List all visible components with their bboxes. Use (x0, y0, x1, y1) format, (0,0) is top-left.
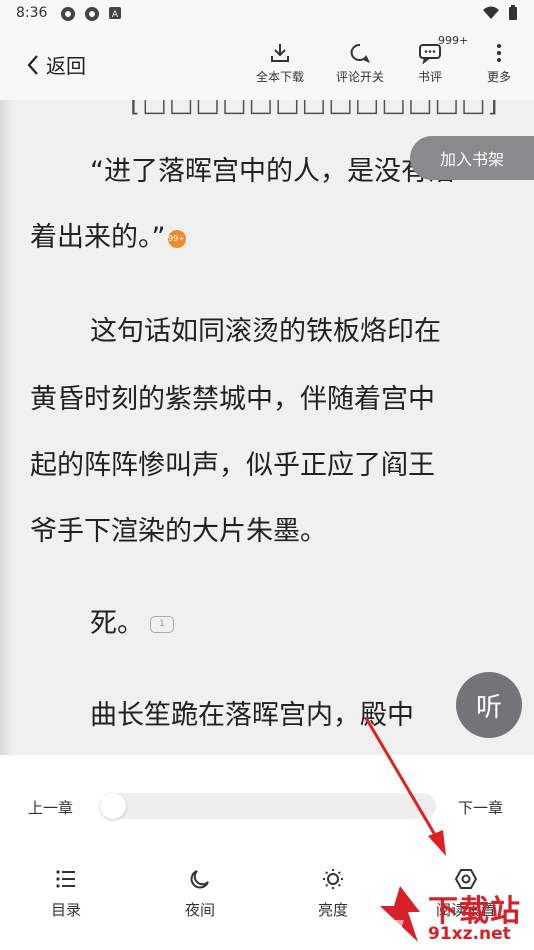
status-bar: 8:36 A (0, 0, 534, 28)
back-button[interactable]: 返回 (26, 50, 86, 79)
download-all-button[interactable]: 全本下载 (248, 38, 312, 85)
nav-brightness-label: 亮度 (317, 901, 348, 919)
nav-night-label: 夜间 (184, 901, 215, 919)
hot-comment-badge[interactable]: 99+ (167, 229, 186, 248)
svg-text:A: A (112, 10, 119, 20)
prev-chapter-button[interactable]: 上一章 (28, 797, 73, 818)
status-notification-icons: A (60, 6, 122, 22)
more-button[interactable]: 更多 (467, 38, 531, 85)
text-line-7: 死。 1 (90, 604, 174, 644)
comment-switch-button[interactable]: 评论开关 (328, 38, 392, 85)
add-to-shelf-button[interactable]: 加入书架 (410, 136, 534, 180)
status-time: 8:36 (16, 5, 48, 21)
download-icon (271, 44, 289, 62)
comment-switch-label: 评论开关 (335, 70, 384, 84)
text-line-7-text: 死。 (90, 608, 144, 639)
text-line-2: 着出来的。” 99+ (30, 218, 186, 258)
back-label: 返回 (46, 54, 86, 78)
text-line-8: 曲长笙跪在落晖宫内，殿中 (90, 700, 414, 731)
watermark-bottom-text: 91xz.net (428, 924, 511, 944)
listen-button[interactable]: 听 (456, 672, 522, 738)
nav-brightness-button[interactable]: 亮度 (293, 865, 373, 920)
progress-knob[interactable] (100, 793, 126, 819)
reader-toolbar: 返回 全本下载 评论开关 999+ 书评 更多 (0, 28, 534, 100)
review-count-badge: 999+ (438, 34, 469, 47)
site-watermark: 下载站 91xz.net (370, 880, 534, 950)
chapter-progress-slider[interactable] (100, 793, 436, 819)
list-icon (56, 870, 75, 888)
nav-catalog-label: 目录 (50, 901, 81, 919)
wifi-icon (483, 6, 499, 19)
moon-icon (190, 870, 209, 889)
nav-catalog-button[interactable]: 目录 (26, 865, 106, 920)
app-notification-icon-2 (85, 7, 99, 21)
text-line-4: 黄昏时刻的紫禁城中，伴随着宫中 (30, 384, 435, 415)
download-label: 全本下载 (255, 70, 304, 84)
page-edge-shadow (0, 100, 14, 755)
a-notification-icon: A (109, 7, 121, 20)
book-review-button[interactable]: 999+ 书评 (398, 34, 468, 85)
comment-toggle-icon (350, 43, 371, 63)
text-line-2-text: 着出来的。” (30, 222, 166, 253)
battery-icon (509, 5, 517, 20)
text-line-1: “进了落晖宫中的人，是没有活 (90, 156, 455, 187)
brightness-icon (323, 869, 343, 889)
text-line-6: 爷手下渲染的大片朱墨。 (30, 516, 327, 547)
paragraph-comment-badge[interactable]: 1 (150, 616, 174, 633)
status-right (482, 5, 518, 21)
app-notification-icon (61, 7, 75, 21)
nav-night-button[interactable]: 夜间 (160, 865, 240, 920)
text-line-3: 这句话如同滚烫的铁板烙印在 (90, 316, 441, 347)
more-vertical-icon (497, 44, 501, 62)
text-line-5: 起的阵阵惨叫声，似乎正应了阎王 (30, 450, 435, 481)
review-label: 书评 (417, 70, 442, 84)
more-label: 更多 (486, 70, 511, 84)
reading-area[interactable]: [□□□□□□□□□□□□□] “进了落晖宫中的人，是没有活 加入书架 着出来的… (0, 100, 534, 755)
cut-off-text-line: [□□□□□□□□□□□□□] (130, 100, 500, 118)
next-chapter-button[interactable]: 下一章 (458, 797, 503, 818)
watermark-logo-icon (380, 886, 420, 942)
chevron-left-icon (27, 54, 38, 75)
